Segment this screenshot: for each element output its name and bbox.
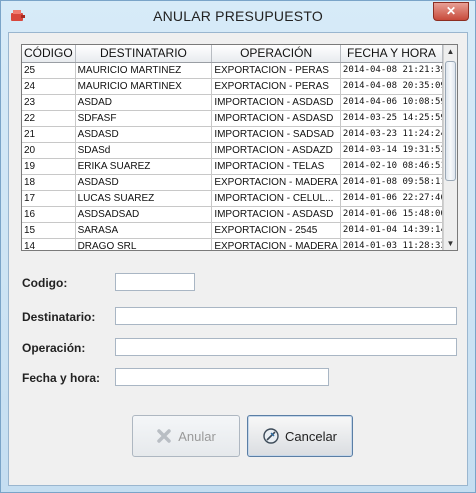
- table-cell: IMPORTACION - ASDAZD: [211, 142, 341, 159]
- codigo-label: Codigo:: [22, 276, 68, 290]
- table-cell: 2014-04-08 21:21:39.0: [340, 62, 444, 79]
- table-cell: ASDAD: [75, 94, 213, 111]
- table-cell: IMPORTACION - ASDASD: [211, 110, 341, 127]
- table-cell: DRAGO SRL: [75, 238, 213, 250]
- destinatario-field[interactable]: [115, 307, 457, 325]
- table-cell: IMPORTACION - ASDASD: [211, 94, 341, 111]
- table-cell: EXPORTACION - MADERA: [211, 174, 341, 191]
- table-cell: 25: [22, 62, 76, 79]
- table-cell: 2014-01-06 22:27:46.0: [340, 190, 444, 207]
- table-row[interactable]: 21 ASDASD IMPORTACION - SADSAD 2014-03-23 1…: [22, 126, 444, 143]
- table-row[interactable]: 18 ASDASD EXPORTACION - MADERA 2014-01-08 0…: [22, 174, 444, 191]
- column-header[interactable]: OPERACIÓN: [211, 45, 341, 63]
- table-cell: EXPORTACION - PERAS: [211, 62, 341, 79]
- table-cell: IMPORTACION - CELUL...: [211, 190, 341, 207]
- codigo-field[interactable]: [115, 273, 195, 291]
- table-row[interactable]: 15 SARASA EXPORTACION - 2545 2014-01-04 14:…: [22, 222, 444, 239]
- table-cell: 17: [22, 190, 76, 207]
- operacion-label: Operación:: [22, 341, 86, 355]
- table-cell: 2014-01-08 09:58:11.0: [340, 174, 444, 191]
- title-bar: ANULAR PRESUPUESTO ✕: [1, 1, 475, 32]
- table-row[interactable]: 20 SDASd IMPORTACION - ASDAZD 2014-03-14 19…: [22, 142, 444, 159]
- scroll-up-arrow-icon[interactable]: ▲: [444, 45, 457, 58]
- table-cell: 2014-04-08 20:35:09.0: [340, 78, 444, 95]
- anular-button[interactable]: Anular: [132, 415, 240, 457]
- cancel-icon: [263, 428, 279, 444]
- table-cell: 16: [22, 206, 76, 223]
- table-row[interactable]: 25 MAURICIO MARTINEZ EXPORTACION - PERAS 20…: [22, 62, 444, 79]
- table-cell: ERIKA SUAREZ: [75, 158, 213, 175]
- table-cell: 2014-01-03 11:28:33.0: [340, 238, 444, 250]
- table-cell: ASDASD: [75, 126, 213, 143]
- table-cell: LUCAS SUAREZ: [75, 190, 213, 207]
- table-cell: 15: [22, 222, 76, 239]
- table-cell: 20: [22, 142, 76, 159]
- table-cell: 2014-02-10 08:46:51.0: [340, 158, 444, 175]
- dialog-content: CÓDIGO DESTINATARIO OPERACIÓN FECHA Y HORA …: [8, 32, 468, 486]
- table-cell: IMPORTACION - SADSAD: [211, 126, 341, 143]
- table-row[interactable]: 19 ERIKA SUAREZ IMPORTACION - TELAS 2014-02…: [22, 158, 444, 175]
- table-cell: 2014-01-04 14:39:14.0: [340, 222, 444, 239]
- table-row[interactable]: 23 ASDAD IMPORTACION - ASDASD 2014-04-06 10…: [22, 94, 444, 111]
- table-cell: EXPORTACION - MADERA: [211, 238, 341, 250]
- anular-label: Anular: [178, 428, 216, 444]
- table-cell: 19: [22, 158, 76, 175]
- close-button[interactable]: ✕: [433, 2, 469, 21]
- table-cell: ASDSADSAD: [75, 206, 213, 223]
- table-cell: 2014-04-06 10:08:59.0: [340, 94, 444, 111]
- table-cell: SARASA: [75, 222, 213, 239]
- table-cell: 18: [22, 174, 76, 191]
- table-cell: SDASd: [75, 142, 213, 159]
- table-cell: MAURICIO MARTINEX: [75, 78, 213, 95]
- cancelar-button[interactable]: Cancelar: [247, 415, 353, 457]
- table-row[interactable]: 17 LUCAS SUAREZ IMPORTACION - CELUL... 2014…: [22, 190, 444, 207]
- fecha-hora-field[interactable]: [115, 368, 329, 386]
- x-icon: [157, 429, 171, 443]
- table-cell: SDFASF: [75, 110, 213, 127]
- table-cell: 2014-03-23 11:24:24.0: [340, 126, 444, 143]
- operacion-field[interactable]: [115, 338, 457, 356]
- presupuestos-table[interactable]: CÓDIGO DESTINATARIO OPERACIÓN FECHA Y HORA …: [21, 44, 458, 251]
- table-header-row: CÓDIGO DESTINATARIO OPERACIÓN FECHA Y HORA: [22, 45, 444, 63]
- table-row[interactable]: 22 SDFASF IMPORTACION - ASDASD 2014-03-25 1…: [22, 110, 444, 127]
- table-cell: 2014-03-14 19:31:53.0: [340, 142, 444, 159]
- column-header[interactable]: DESTINATARIO: [75, 45, 213, 63]
- vertical-scrollbar[interactable]: ▲ ▼: [443, 45, 457, 250]
- table-row[interactable]: 14 DRAGO SRL EXPORTACION - MADERA 2014-01-0…: [22, 238, 444, 250]
- destinatario-label: Destinatario:: [22, 310, 96, 324]
- table-cell: 24: [22, 78, 76, 95]
- column-header[interactable]: CÓDIGO: [22, 45, 76, 63]
- table-body: 25 MAURICIO MARTINEZ EXPORTACION - PERAS 20…: [22, 62, 444, 250]
- table-cell: IMPORTACION - TELAS: [211, 158, 341, 175]
- table-cell: ASDASD: [75, 174, 213, 191]
- table-cell: EXPORTACION - 2545: [211, 222, 341, 239]
- table-cell: 23: [22, 94, 76, 111]
- scroll-thumb[interactable]: [445, 61, 456, 181]
- table-cell: EXPORTACION - PERAS: [211, 78, 341, 95]
- cancelar-label: Cancelar: [284, 428, 338, 444]
- table-cell: 21: [22, 126, 76, 143]
- table-cell: MAURICIO MARTINEZ: [75, 62, 213, 79]
- table-cell: IMPORTACION - ASDASD: [211, 206, 341, 223]
- window: ANULAR PRESUPUESTO ✕ CÓDIGO DESTINATARIO O…: [0, 0, 476, 493]
- scroll-down-arrow-icon[interactable]: ▼: [444, 237, 457, 250]
- table-cell: 14: [22, 238, 76, 250]
- table-cell: 2014-03-25 14:25:59.0: [340, 110, 444, 127]
- table-row[interactable]: 16 ASDSADSAD IMPORTACION - ASDASD 2014-01-0…: [22, 206, 444, 223]
- fecha-hora-label: Fecha y hora:: [22, 371, 101, 385]
- table-cell: 22: [22, 110, 76, 127]
- column-header[interactable]: FECHA Y HORA: [340, 45, 444, 63]
- table-cell: 2014-01-06 15:48:00.0: [340, 206, 444, 223]
- window-title: ANULAR PRESUPUESTO: [153, 8, 323, 24]
- table-row[interactable]: 24 MAURICIO MARTINEX EXPORTACION - PERAS 20…: [22, 78, 444, 95]
